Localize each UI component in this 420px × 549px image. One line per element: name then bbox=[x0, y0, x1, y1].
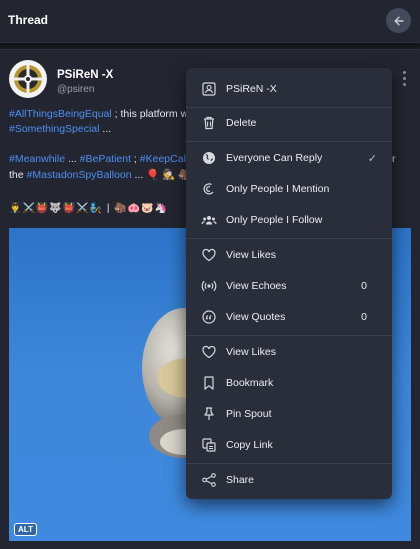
menu-item-bookmark[interactable]: Bookmark bbox=[186, 370, 392, 396]
post-text: ... 🎈 🕵️ 🦣 bbox=[131, 169, 192, 181]
post-text-line-4: the #MastadonSpyBalloon ... 🎈 🕵️ 🦣 bbox=[9, 168, 191, 181]
author-name[interactable]: PSiReN -X bbox=[57, 69, 113, 81]
arrow-left-icon bbox=[394, 16, 404, 25]
hashtag-link[interactable]: #SomethingSpecial bbox=[9, 123, 99, 135]
share-icon bbox=[201, 472, 217, 488]
post-context-menu: PSiReN -X Delete Everyone Can Reply ✓ On… bbox=[186, 68, 392, 499]
globe-icon bbox=[201, 150, 217, 166]
menu-item-label: View Likes bbox=[226, 346, 276, 358]
menu-divider bbox=[186, 238, 392, 239]
menu-item-label: Copy Link bbox=[226, 439, 273, 451]
menu-item-label: Pin Spout bbox=[226, 408, 272, 420]
checkmark-icon: ✓ bbox=[367, 152, 377, 165]
menu-item-label: PSiReN -X bbox=[226, 83, 277, 95]
menu-item-share[interactable]: Share bbox=[186, 467, 392, 493]
menu-item-everyone-can-reply[interactable]: Everyone Can Reply ✓ bbox=[186, 145, 392, 171]
menu-item-label: View Quotes bbox=[226, 311, 286, 323]
menu-item-label: Share bbox=[226, 474, 255, 486]
menu-item-label: View Echoes bbox=[226, 280, 287, 292]
post-text: ; this platform w bbox=[111, 108, 189, 120]
menu-item-label: Only People I Mention bbox=[226, 183, 330, 195]
menu-item-view-likes[interactable]: View Likes bbox=[186, 242, 392, 268]
user-card-icon bbox=[201, 81, 217, 97]
author-handle[interactable]: @psiren bbox=[57, 84, 94, 95]
menu-item-label: Everyone Can Reply bbox=[226, 152, 323, 164]
back-button[interactable] bbox=[386, 8, 411, 33]
post-text: ; bbox=[131, 153, 140, 165]
menu-item-label: Only People I Follow bbox=[226, 214, 323, 226]
menu-item-only-follow[interactable]: Only People I Follow bbox=[186, 207, 392, 233]
hashtag-link[interactable]: #Meanwhile bbox=[9, 153, 65, 165]
menu-item-profile[interactable]: PSiReN -X bbox=[186, 76, 392, 102]
menu-item-delete[interactable]: Delete bbox=[186, 110, 392, 136]
post-text-line-1: #AllThingsBeingEqual ; this platform w bbox=[9, 108, 188, 120]
quote-count: 0 bbox=[361, 311, 367, 323]
avatar-emblem-icon bbox=[12, 63, 44, 95]
quote-icon bbox=[201, 309, 217, 325]
menu-divider bbox=[186, 141, 392, 142]
hashtag-link[interactable]: #MastadonSpyBalloon bbox=[27, 169, 132, 181]
menu-item-label: Bookmark bbox=[226, 377, 274, 389]
menu-item-only-mention[interactable]: Only People I Mention bbox=[186, 176, 392, 202]
pin-icon bbox=[201, 406, 217, 422]
hashtag-link[interactable]: #AllThingsBeingEqual bbox=[9, 108, 112, 120]
post-text-line-3: #Meanwhile ... #BePatient ; #KeepCalm bbox=[9, 153, 195, 165]
post-text: ... bbox=[99, 123, 112, 135]
menu-item-copy-link[interactable]: Copy Link bbox=[186, 432, 392, 458]
menu-divider bbox=[186, 107, 392, 108]
people-icon bbox=[201, 212, 217, 228]
menu-item-view-likes-2[interactable]: View Likes bbox=[186, 339, 392, 365]
thread-header: Thread bbox=[0, 0, 420, 43]
more-options-icon[interactable] bbox=[402, 71, 406, 86]
menu-divider bbox=[186, 463, 392, 464]
menu-item-view-quotes[interactable]: View Quotes 0 bbox=[186, 304, 392, 330]
menu-item-label: Delete bbox=[226, 117, 257, 129]
emoji-row: 👨‍✈️⚔️👹🐺👹⚔️🧞 | 🦣🐽🐷🦄 bbox=[9, 203, 169, 214]
menu-item-view-echoes[interactable]: View Echoes 0 bbox=[186, 273, 392, 299]
trash-icon bbox=[201, 115, 217, 131]
post-text-line-2: #SomethingSpecial ... bbox=[9, 123, 111, 135]
alt-text-badge[interactable]: ALT bbox=[14, 523, 37, 536]
menu-divider bbox=[186, 335, 392, 336]
page-title: Thread bbox=[8, 13, 49, 27]
post-text-overflow: r bbox=[392, 153, 396, 165]
heart-icon bbox=[201, 344, 217, 360]
mention-icon bbox=[201, 181, 217, 197]
avatar[interactable] bbox=[9, 60, 47, 98]
post-text: the bbox=[9, 169, 27, 181]
menu-item-pin-spout[interactable]: Pin Spout bbox=[186, 401, 392, 427]
post-text: ... bbox=[65, 153, 80, 165]
echo-icon bbox=[201, 278, 217, 294]
bookmark-icon bbox=[201, 375, 217, 391]
hashtag-link[interactable]: #BePatient bbox=[80, 153, 131, 165]
heart-icon bbox=[201, 247, 217, 263]
copy-icon bbox=[201, 437, 217, 453]
menu-item-label: View Likes bbox=[226, 249, 276, 261]
echo-count: 0 bbox=[361, 280, 367, 292]
